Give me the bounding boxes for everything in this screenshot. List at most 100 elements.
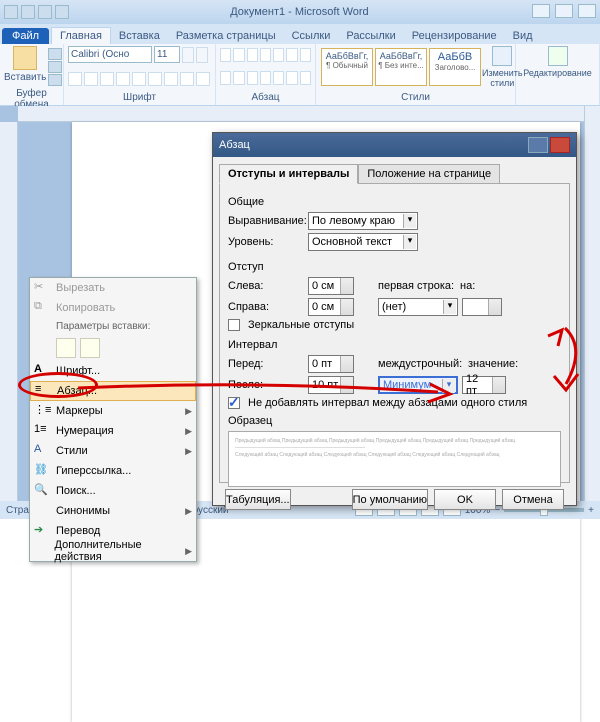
- tab-mailings[interactable]: Рассылки: [338, 28, 403, 44]
- maximize-icon[interactable]: [555, 4, 573, 18]
- shrink-font-icon[interactable]: [196, 47, 208, 63]
- ctx-translate[interactable]: ➔Перевод: [30, 521, 196, 541]
- ctx-bullets-label: Маркеры: [56, 405, 103, 417]
- help-icon[interactable]: [528, 137, 548, 153]
- grow-font-icon[interactable]: [182, 47, 194, 63]
- style1-text: АаБбВвГг,: [322, 51, 372, 61]
- align-right-icon[interactable]: [247, 71, 258, 85]
- style-normal[interactable]: АаБбВвГг,¶ Обычный: [321, 48, 373, 86]
- justify-icon[interactable]: [260, 71, 271, 85]
- strike-icon[interactable]: [116, 72, 130, 86]
- ctx-paragraph[interactable]: ≡Абзац...: [30, 381, 196, 401]
- ctx-styles[interactable]: AСтили▶: [30, 441, 196, 461]
- paste-keep-source-icon[interactable]: [56, 338, 76, 358]
- before-value: 0 пт: [312, 358, 332, 370]
- tab-view[interactable]: Вид: [505, 28, 541, 44]
- paste-text-only-icon[interactable]: [80, 338, 100, 358]
- group-editing: Редактирование: [516, 44, 600, 105]
- undo-icon[interactable]: [38, 5, 52, 19]
- change-styles-icon: [492, 46, 512, 66]
- tab-indents-spacing[interactable]: Отступы и интервалы: [219, 164, 358, 184]
- ctx-bullets[interactable]: ⋮≡Маркеры▶: [30, 401, 196, 421]
- tab-insert[interactable]: Вставка: [111, 28, 168, 44]
- cut-icon[interactable]: [48, 48, 62, 60]
- close-icon[interactable]: [578, 4, 596, 18]
- linespacing-combo[interactable]: Минимум: [378, 376, 458, 394]
- cancel-button[interactable]: Отмена: [502, 489, 564, 510]
- line-spacing-icon[interactable]: [273, 71, 284, 85]
- outline-combo[interactable]: Основной текст: [308, 233, 418, 251]
- ruler-horizontal[interactable]: [18, 106, 584, 122]
- ctx-copy-label: Копировать: [56, 302, 115, 314]
- borders-icon[interactable]: [300, 71, 311, 85]
- minimize-icon[interactable]: [532, 4, 550, 18]
- subscript-icon[interactable]: [132, 72, 146, 86]
- font-combo[interactable]: Calibri (Осно: [68, 46, 152, 63]
- ok-button[interactable]: OK: [434, 489, 496, 510]
- tab-line-breaks[interactable]: Положение на странице: [358, 164, 500, 184]
- after-input[interactable]: 10 пт: [308, 376, 354, 394]
- numbering-icon[interactable]: [233, 48, 244, 62]
- redo-icon[interactable]: [55, 5, 69, 19]
- at-input[interactable]: 12 пт: [462, 376, 506, 394]
- tab-review[interactable]: Рецензирование: [404, 28, 505, 44]
- text-effects-icon[interactable]: [164, 72, 178, 86]
- special-combo[interactable]: (нет): [378, 298, 458, 316]
- style-heading1[interactable]: АаБбВЗаголово...: [429, 48, 481, 86]
- fontsize-combo[interactable]: 11: [154, 46, 180, 63]
- tab-pagelayout[interactable]: Разметка страницы: [168, 28, 284, 44]
- indent-left-input[interactable]: 0 см: [308, 277, 354, 295]
- tab-file[interactable]: Файл: [2, 28, 49, 44]
- align-left-icon[interactable]: [220, 71, 231, 85]
- before-input[interactable]: 0 пт: [308, 355, 354, 373]
- translate-icon: ➔: [34, 523, 50, 539]
- editing-button[interactable]: Редактирование: [520, 46, 595, 78]
- bullets-icon[interactable]: [220, 48, 231, 62]
- dialog-tabs: Отступы и интервалы Положение на страниц…: [219, 163, 570, 183]
- bold-icon[interactable]: [68, 72, 82, 86]
- multilevel-icon[interactable]: [247, 48, 258, 62]
- ctx-cut: ✂Вырезать: [30, 278, 196, 298]
- ctx-additional[interactable]: Дополнительные действия▶: [30, 541, 196, 561]
- showmarks-icon[interactable]: [300, 48, 311, 62]
- save-icon[interactable]: [21, 5, 35, 19]
- tab-references[interactable]: Ссылки: [284, 28, 339, 44]
- scrollbar-vertical[interactable]: [584, 106, 600, 501]
- underline-icon[interactable]: [100, 72, 114, 86]
- default-button[interactable]: По умолчанию: [352, 489, 428, 510]
- indent-right-input[interactable]: 0 см: [308, 298, 354, 316]
- style3-text: АаБбВ: [430, 51, 480, 63]
- alignment-combo[interactable]: По левому краю: [308, 212, 418, 230]
- font-color-icon[interactable]: [196, 72, 210, 86]
- ctx-lookup[interactable]: 🔍Поиск...: [30, 481, 196, 501]
- zoom-in-icon[interactable]: +: [588, 505, 594, 516]
- preview-box: Предыдущий абзац Предыдущий абзац Предыд…: [228, 431, 561, 487]
- format-painter-icon[interactable]: [48, 74, 62, 86]
- by-input[interactable]: [462, 298, 502, 316]
- shading-icon[interactable]: [286, 71, 297, 85]
- dialog-close-icon[interactable]: [550, 137, 570, 153]
- sort-icon[interactable]: [286, 48, 297, 62]
- align-center-icon[interactable]: [233, 71, 244, 85]
- style-nospacing[interactable]: АаБбВвГг,¶ Без инте...: [375, 48, 427, 86]
- noadd-checkbox[interactable]: [228, 397, 240, 409]
- ctx-hyperlink-label: Гиперссылка...: [56, 465, 131, 477]
- inc-indent-icon[interactable]: [273, 48, 284, 62]
- dialog-titlebar[interactable]: Абзац: [213, 133, 576, 157]
- ctx-numbering[interactable]: 1≡Нумерация▶: [30, 421, 196, 441]
- tabs-button[interactable]: Табуляция...: [225, 489, 291, 510]
- dec-indent-icon[interactable]: [260, 48, 271, 62]
- ruler-vertical[interactable]: [0, 122, 18, 501]
- paste-button[interactable]: Вставить: [4, 46, 46, 88]
- outline-label: Уровень:: [228, 236, 304, 248]
- ctx-hyperlink[interactable]: ⛓Гиперссылка...: [30, 461, 196, 481]
- ctx-font[interactable]: AШрифт...: [30, 361, 196, 381]
- highlight-icon[interactable]: [180, 72, 194, 86]
- superscript-icon[interactable]: [148, 72, 162, 86]
- synonyms-icon: [34, 503, 50, 519]
- tab-home[interactable]: Главная: [51, 27, 111, 44]
- mirror-checkbox[interactable]: [228, 319, 240, 331]
- copy-icon[interactable]: [48, 61, 62, 73]
- ctx-synonyms[interactable]: Синонимы▶: [30, 501, 196, 521]
- italic-icon[interactable]: [84, 72, 98, 86]
